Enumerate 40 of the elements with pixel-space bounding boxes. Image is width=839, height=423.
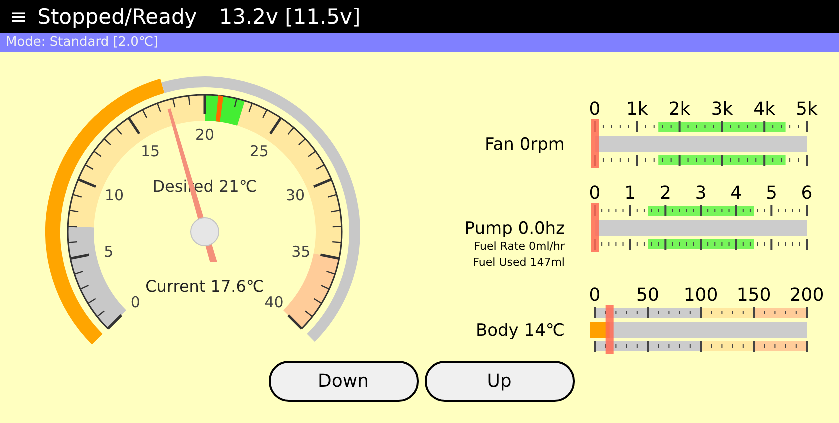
scale-label: 200 — [790, 285, 824, 306]
battery-voltage: 13.2v [11.5v] — [219, 4, 361, 28]
meter-detail: Fuel Rate 0ml/hr — [474, 239, 565, 255]
scale-label: 0 — [589, 183, 601, 204]
scale-label: 35 — [292, 243, 311, 262]
scale-label: 10 — [104, 186, 124, 204]
scale-label: 0 — [589, 285, 601, 306]
mode-text: Mode: Standard [2.0℃] — [6, 35, 159, 50]
meter-label: Pump 0.0hz — [464, 219, 565, 239]
scale-label: 30 — [286, 186, 306, 204]
scale-label: 3 — [695, 183, 707, 204]
temperature-button[interactable]: Down — [268, 361, 418, 402]
scale-label: 100 — [684, 285, 718, 306]
heater-status: Stopped/Ready — [38, 4, 198, 28]
scale-label: 20 — [195, 126, 215, 144]
scale-label: 40 — [264, 293, 284, 312]
scale-label: 5 — [104, 243, 114, 262]
scale-label: 5 — [766, 183, 778, 204]
scale-label: 150 — [736, 285, 772, 306]
scale-label: 4 — [730, 183, 742, 204]
scale-label: 15 — [141, 142, 160, 161]
temperature-button[interactable]: Up — [424, 361, 574, 402]
scale-label: 50 — [636, 285, 660, 306]
meter-label: Body 14℃ — [476, 321, 565, 341]
scale-label: 2k — [668, 99, 691, 120]
scale-label: 1k — [626, 99, 648, 120]
scale-label: 0 — [130, 293, 140, 312]
current-temperature: Current 17.6℃ — [146, 277, 264, 296]
meter-detail: Fuel Used 147ml — [473, 255, 565, 271]
menu-icon[interactable]: ≡ — [10, 4, 28, 28]
desired-temperature: Desired 21℃ — [152, 177, 258, 196]
scale-label: 3k — [711, 99, 734, 120]
scale-label: 0 — [589, 99, 601, 120]
scale-label: 5k — [796, 99, 818, 120]
meter-label: Fan 0rpm — [485, 135, 565, 155]
scale-label: 2 — [660, 183, 672, 204]
scale-label: 25 — [250, 142, 269, 161]
scale-label: 6 — [801, 183, 813, 204]
scale-label: 4k — [754, 99, 776, 120]
scale-label: 1 — [624, 183, 636, 204]
